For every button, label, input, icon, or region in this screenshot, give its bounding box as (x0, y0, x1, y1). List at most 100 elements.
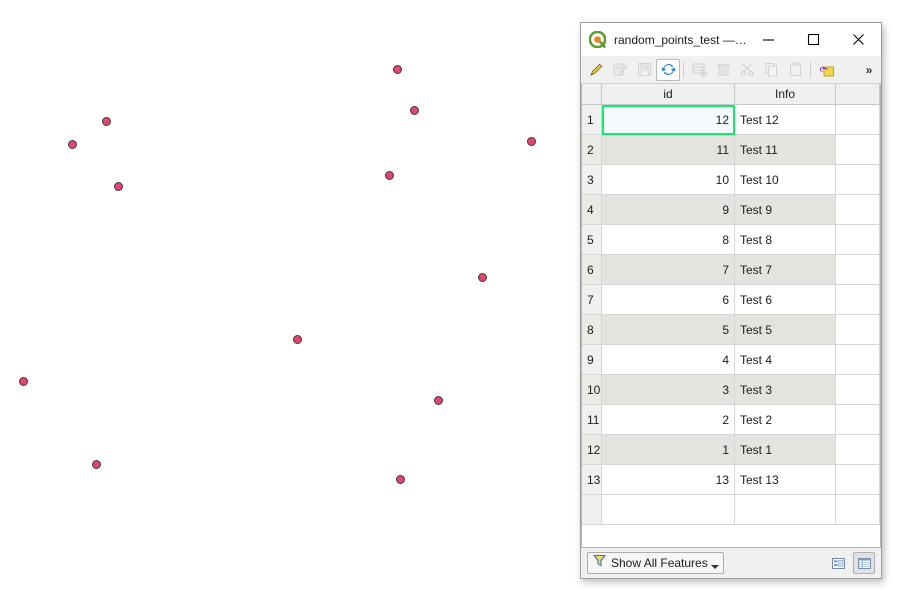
row-number[interactable]: 2 (582, 134, 602, 165)
attribute-table-toolbar: e » (581, 56, 881, 84)
cell-id[interactable]: 3 (601, 374, 735, 405)
row-number[interactable]: 7 (582, 284, 602, 315)
cell-info[interactable]: Test 11 (734, 134, 836, 165)
table-row[interactable]: 4 9 Test 9 (582, 194, 880, 225)
cell-info[interactable]: Test 7 (734, 254, 836, 285)
cell-filler (835, 224, 880, 255)
cell-info[interactable]: Test 4 (734, 344, 836, 375)
row-number[interactable]: 8 (582, 314, 602, 345)
cell-info[interactable]: Test 13 (734, 464, 836, 495)
cell-info[interactable]: Test 10 (734, 164, 836, 195)
cell-info[interactable]: Test 12 (734, 104, 836, 135)
row-number[interactable]: 9 (582, 344, 602, 375)
table-row[interactable]: 11 2 Test 2 (582, 404, 880, 435)
paste-features-button[interactable] (783, 59, 807, 81)
map-point[interactable] (433, 395, 443, 405)
cell-id[interactable]: 1 (601, 434, 735, 465)
cell-id[interactable]: 2 (601, 404, 735, 435)
title-bar[interactable]: random_points_test —… (581, 23, 881, 56)
cell-id[interactable]: 11 (601, 134, 735, 165)
cell-info[interactable]: Test 5 (734, 314, 836, 345)
cell-filler (835, 134, 880, 165)
chevron-down-icon[interactable] (710, 564, 719, 569)
cell-id[interactable]: 6 (601, 284, 735, 315)
cell-id[interactable]: 9 (601, 194, 735, 225)
row-number[interactable]: 5 (582, 224, 602, 255)
cell-info[interactable]: Test 1 (734, 434, 836, 465)
attribute-table-scroll-area[interactable]: id Info 1 12 Test 12 2 11 Test 11 3 10 Test 10 4 9… (581, 84, 881, 548)
map-point[interactable] (392, 64, 402, 74)
map-point[interactable] (113, 181, 123, 191)
cell-id[interactable]: 4 (601, 344, 735, 375)
delete-selected-button[interactable] (711, 59, 735, 81)
cell-id[interactable]: 5 (601, 314, 735, 345)
add-feature-button[interactable] (687, 59, 711, 81)
row-number[interactable]: 1 (582, 104, 602, 135)
toolbar-overflow-button[interactable]: » (860, 59, 878, 81)
cell-info[interactable]: Test 2 (734, 404, 836, 435)
cell-info[interactable]: Test 6 (734, 284, 836, 315)
cell-id[interactable]: 8 (601, 224, 735, 255)
table-row[interactable]: 8 5 Test 5 (582, 314, 880, 345)
map-point[interactable] (526, 136, 536, 146)
table-row[interactable]: 3 10 Test 10 (582, 164, 880, 195)
map-point[interactable] (395, 474, 405, 484)
close-button[interactable] (836, 23, 881, 56)
form-view-button[interactable] (827, 552, 849, 574)
paste-icon (789, 62, 801, 76)
cell-info[interactable]: Test 8 (734, 224, 836, 255)
table-row[interactable]: 10 3 Test 3 (582, 374, 880, 405)
save-icon (637, 63, 651, 76)
cell-id[interactable]: 10 (601, 164, 735, 195)
toggle-editing-button[interactable] (584, 59, 608, 81)
table-row[interactable]: 1 12 Test 12 (582, 104, 880, 135)
cell-filler (835, 284, 880, 315)
cell-id[interactable]: 13 (601, 464, 735, 495)
minimize-button[interactable] (746, 23, 791, 56)
add-record-icon (692, 63, 707, 77)
map-point[interactable] (101, 116, 111, 126)
reload-table-button[interactable] (656, 58, 680, 81)
table-corner-header[interactable] (582, 84, 602, 105)
attribute-table: id Info 1 12 Test 12 2 11 Test 11 3 10 Test 10 4 9… (582, 84, 880, 525)
row-number[interactable]: 11 (582, 404, 602, 435)
row-number[interactable]: 12 (582, 434, 602, 465)
cell-info[interactable]: Test 3 (734, 374, 836, 405)
row-number[interactable]: 4 (582, 194, 602, 225)
field-calculator-button[interactable]: e (814, 59, 838, 81)
table-row[interactable]: 12 1 Test 1 (582, 434, 880, 465)
maximize-button[interactable] (791, 23, 836, 56)
map-point[interactable] (409, 105, 419, 115)
save-edits-button[interactable] (608, 59, 632, 81)
cell-info[interactable]: Test 9 (734, 194, 836, 225)
cell-filler (835, 164, 880, 195)
row-number[interactable]: 10 (582, 374, 602, 405)
map-point[interactable] (67, 139, 77, 149)
close-icon (853, 34, 864, 45)
table-row[interactable]: 2 11 Test 11 (582, 134, 880, 165)
column-header-info[interactable]: Info (734, 84, 836, 105)
map-point[interactable] (18, 376, 28, 386)
table-row[interactable]: 9 4 Test 4 (582, 344, 880, 375)
map-point[interactable] (477, 272, 487, 282)
table-row[interactable]: 13 13 Test 13 (582, 464, 880, 495)
cell-id[interactable]: 7 (601, 254, 735, 285)
row-number[interactable]: 6 (582, 254, 602, 285)
table-row[interactable]: 7 6 Test 6 (582, 284, 880, 315)
save-layer-edits-button[interactable] (632, 59, 656, 81)
cut-features-button[interactable] (735, 59, 759, 81)
row-number[interactable]: 3 (582, 164, 602, 195)
show-all-features-button[interactable]: Show All Features (587, 552, 724, 574)
column-header-id[interactable]: id (601, 84, 735, 105)
map-point[interactable] (384, 170, 394, 180)
map-point[interactable] (91, 459, 101, 469)
row-number[interactable]: 13 (582, 464, 602, 495)
table-row[interactable]: 6 7 Test 7 (582, 254, 880, 285)
copy-icon (765, 63, 777, 77)
copy-features-button[interactable] (759, 59, 783, 81)
table-view-button[interactable] (853, 552, 875, 574)
map-point[interactable] (292, 334, 302, 344)
cell-id-selected[interactable]: 12 (601, 104, 735, 135)
dialog-title: random_points_test —… (614, 32, 746, 47)
table-row[interactable]: 5 8 Test 8 (582, 224, 880, 255)
